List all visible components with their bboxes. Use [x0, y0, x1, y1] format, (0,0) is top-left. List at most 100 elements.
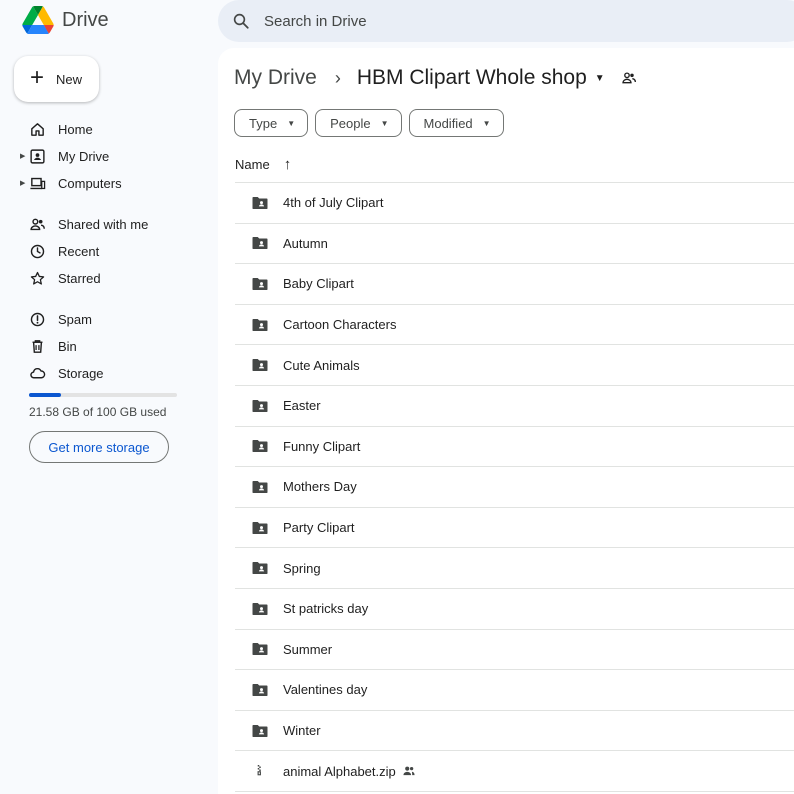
- sidebar-item-starred[interactable]: Starred: [20, 266, 200, 290]
- file-list: 4th of July Clipart Autumn Baby Clipart Car…: [235, 182, 794, 792]
- sidebar-item-label: Starred: [58, 270, 101, 286]
- file-row[interactable]: Mothers Day: [235, 467, 794, 508]
- file-row[interactable]: St patricks day: [235, 589, 794, 630]
- file-name: Funny Clipart: [283, 438, 361, 454]
- storage-bar-fill: [29, 393, 61, 397]
- clock-icon: [28, 242, 46, 260]
- file-name: Cute Animals: [283, 357, 360, 373]
- file-name: animal Alphabet.zip: [283, 763, 396, 779]
- sidebar-item-my-drive[interactable]: ▶ My Drive: [20, 144, 200, 168]
- sidebar-item-computers[interactable]: ▶ Computers: [20, 171, 200, 195]
- file-row[interactable]: Autumn: [235, 224, 794, 265]
- file-row[interactable]: Valentines day: [235, 670, 794, 711]
- file-name: Autumn: [283, 235, 328, 251]
- shared-folder-icon: [249, 273, 271, 295]
- search-icon[interactable]: [232, 12, 250, 30]
- file-row[interactable]: Easter: [235, 386, 794, 427]
- search-input[interactable]: Search in Drive: [264, 13, 367, 30]
- shared-folder-icon: [249, 314, 271, 336]
- sidebar-item-label: Shared with me: [58, 216, 149, 232]
- file-row[interactable]: Cute Animals: [235, 345, 794, 386]
- file-name: 4th of July Clipart: [283, 195, 384, 211]
- chevron-down-icon: ▼: [482, 118, 491, 128]
- chevron-down-icon: ▼: [287, 118, 296, 128]
- storage-bar: [29, 393, 177, 397]
- column-header: Name ↑: [235, 156, 291, 173]
- shared-folder-icon: [249, 598, 271, 620]
- computers-icon: [28, 174, 46, 192]
- file-name: Summer: [283, 641, 333, 657]
- sidebar-item-label: Recent: [58, 243, 100, 259]
- drive-logo-icon: [22, 6, 54, 34]
- file-row[interactable]: Baby Clipart: [235, 264, 794, 305]
- breadcrumb-root[interactable]: My Drive: [234, 66, 317, 90]
- breadcrumb-current[interactable]: HBM Clipart Whole shop: [357, 66, 587, 90]
- shared-folder-icon: [249, 679, 271, 701]
- shared-folder-icon: [249, 395, 271, 417]
- filter-chips: Type ▼ People ▼ Modified ▼: [234, 109, 504, 137]
- expand-arrow-icon[interactable]: ▶: [20, 152, 28, 160]
- filter-label: Type: [249, 115, 278, 131]
- filter-people[interactable]: People ▼: [315, 109, 402, 137]
- sidebar-item-label: Spam: [58, 311, 92, 327]
- people-icon: [28, 215, 46, 233]
- sort-arrow-icon[interactable]: ↑: [284, 156, 292, 173]
- drive-logo[interactable]: Drive: [22, 6, 109, 34]
- new-button[interactable]: + New: [14, 56, 99, 102]
- shared-folder-icon: [249, 557, 271, 579]
- sidebar-item-recent[interactable]: Recent: [20, 239, 200, 263]
- plus-icon: +: [30, 64, 45, 91]
- sidebar-item-home[interactable]: Home: [20, 117, 200, 141]
- file-row[interactable]: Cartoon Characters: [235, 305, 794, 346]
- zip-file-icon: [249, 760, 271, 782]
- shared-folder-icon: [249, 192, 271, 214]
- sidebar-item-label: Home: [58, 121, 93, 137]
- file-row[interactable]: Summer: [235, 630, 794, 671]
- file-row[interactable]: Party Clipart: [235, 508, 794, 549]
- sidebar-item-label: Bin: [58, 338, 77, 354]
- shared-folder-icon: [249, 638, 271, 660]
- file-row[interactable]: 4th of July Clipart: [235, 183, 794, 224]
- file-row[interactable]: Funny Clipart: [235, 427, 794, 468]
- dropdown-arrow-icon[interactable]: ▼: [595, 73, 605, 84]
- star-icon: [28, 269, 46, 287]
- breadcrumb-separator: ›: [334, 67, 341, 88]
- filter-type[interactable]: Type ▼: [234, 109, 309, 137]
- chevron-down-icon: ▼: [380, 118, 389, 128]
- my-drive-icon: [28, 147, 46, 165]
- file-row[interactable]: Winter: [235, 711, 794, 752]
- shared-folder-people-icon[interactable]: [621, 70, 637, 86]
- sidebar-item-shared[interactable]: Shared with me: [20, 212, 200, 236]
- cloud-icon: [28, 364, 46, 382]
- get-more-storage-button[interactable]: Get more storage: [29, 431, 169, 463]
- shared-folder-icon: [249, 517, 271, 539]
- bin-icon: [28, 337, 46, 355]
- filter-label: Modified: [423, 115, 473, 131]
- file-name: Baby Clipart: [283, 276, 354, 292]
- shared-folder-icon: [249, 435, 271, 457]
- file-name: Party Clipart: [283, 520, 355, 536]
- file-name: Mothers Day: [283, 479, 357, 495]
- expand-arrow-icon[interactable]: ▶: [20, 179, 28, 187]
- column-name[interactable]: Name: [235, 157, 270, 172]
- shared-folder-icon: [249, 720, 271, 742]
- filter-label: People: [330, 115, 371, 131]
- file-row[interactable]: animal Alphabet.zip: [235, 751, 794, 792]
- shared-folder-icon: [249, 232, 271, 254]
- file-name: Spring: [283, 560, 321, 576]
- main-panel: My Drive › HBM Clipart Whole shop ▼ Type…: [218, 48, 794, 794]
- new-button-label: New: [56, 71, 83, 87]
- sidebar-item-bin[interactable]: Bin: [20, 334, 200, 358]
- breadcrumb: My Drive › HBM Clipart Whole shop ▼: [234, 66, 637, 90]
- file-name: Easter: [283, 398, 321, 414]
- file-name: St patricks day: [283, 601, 369, 617]
- home-icon: [28, 120, 46, 138]
- search-bar[interactable]: Search in Drive: [218, 0, 794, 42]
- sidebar-item-label: Storage: [58, 365, 104, 381]
- filter-modified[interactable]: Modified ▼: [408, 109, 504, 137]
- sidebar-item-storage[interactable]: Storage: [20, 361, 200, 385]
- app-name: Drive: [62, 8, 109, 31]
- file-row[interactable]: Spring: [235, 548, 794, 589]
- file-name: Winter: [283, 723, 321, 739]
- sidebar-item-spam[interactable]: Spam: [20, 307, 200, 331]
